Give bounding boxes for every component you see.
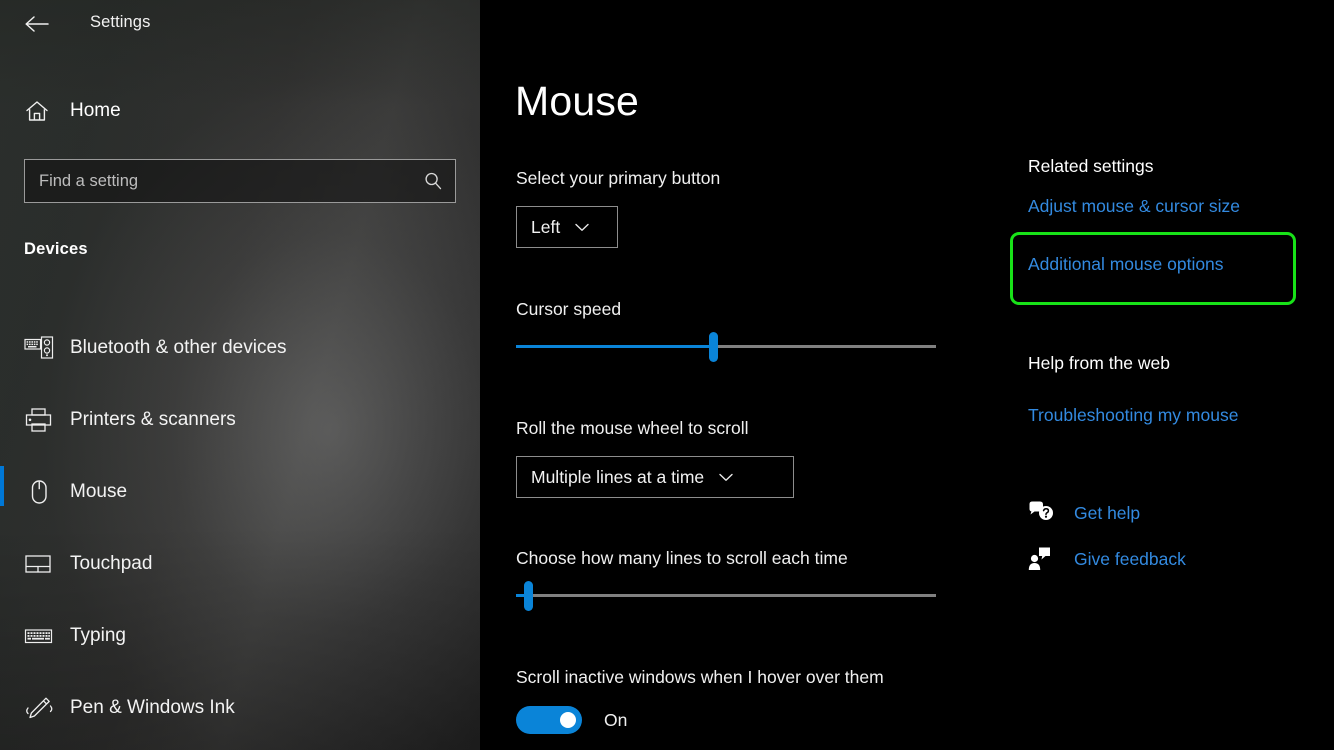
sidebar-item-bluetooth-other-devices[interactable]: Bluetooth & other devices xyxy=(0,312,480,384)
sidebar-item-label: Bluetooth & other devices xyxy=(70,337,287,359)
lines-to-scroll-label: Choose how many lines to scroll each tim… xyxy=(516,548,848,569)
touchpad-icon xyxy=(24,551,58,577)
question-bubble-icon xyxy=(1028,500,1062,526)
keyboard-icon xyxy=(24,623,58,649)
sidebar-item-printers-scanners[interactable]: Printers & scanners xyxy=(0,384,480,456)
search-input[interactable] xyxy=(25,172,411,191)
give-feedback-label: Give feedback xyxy=(1074,549,1186,570)
slider-thumb[interactable] xyxy=(524,581,533,611)
help-from-web-header: Help from the web xyxy=(1028,353,1170,374)
page-title: Mouse xyxy=(515,78,639,125)
back-arrow-icon[interactable] xyxy=(16,4,58,44)
link-troubleshooting-my-mouse[interactable]: Troubleshooting my mouse xyxy=(1028,405,1238,426)
get-help-row[interactable]: Get help xyxy=(1028,500,1140,526)
scroll-inactive-label: Scroll inactive windows when I hover ove… xyxy=(516,667,884,688)
sidebar-item-label: Typing xyxy=(70,625,126,647)
sidebar-item-label: Touchpad xyxy=(70,553,152,575)
scroll-inactive-toggle-row: On xyxy=(516,706,627,734)
sidebar-item-touchpad[interactable]: Touchpad xyxy=(0,528,480,600)
primary-button-label: Select your primary button xyxy=(516,168,720,189)
wheel-scroll-dropdown[interactable]: Multiple lines at a time xyxy=(516,456,794,498)
primary-button-dropdown[interactable]: Left xyxy=(516,206,618,248)
chevron-down-icon xyxy=(574,222,590,233)
feedback-person-icon xyxy=(1028,546,1062,572)
primary-button-value: Left xyxy=(531,217,560,238)
pen-ink-icon xyxy=(24,695,58,721)
sidebar-item-label: Mouse xyxy=(70,481,127,503)
sidebar-item-pen-windows-ink[interactable]: Pen & Windows Ink xyxy=(0,672,480,744)
related-settings-rail: Related settings Adjust mouse & cursor s… xyxy=(1028,0,1334,750)
window-title: Settings xyxy=(90,13,150,32)
slider-fill xyxy=(516,345,713,348)
link-adjust-mouse-cursor-size[interactable]: Adjust mouse & cursor size xyxy=(1028,196,1240,217)
slider-track xyxy=(529,594,936,597)
selection-indicator xyxy=(0,466,4,506)
get-help-label: Get help xyxy=(1074,503,1140,524)
toggle-state-label: On xyxy=(604,710,627,731)
sidebar-section-header: Devices xyxy=(24,240,88,259)
mouse-icon xyxy=(24,479,58,505)
search-icon[interactable] xyxy=(411,171,455,191)
related-settings-header: Related settings xyxy=(1028,156,1154,177)
lines-to-scroll-slider[interactable] xyxy=(516,583,936,609)
sidebar-nav-list: Bluetooth & other devices Printers & sca… xyxy=(0,312,480,744)
chevron-down-icon xyxy=(718,472,734,483)
sidebar-item-label: Pen & Windows Ink xyxy=(70,697,235,719)
sidebar-item-home[interactable]: Home xyxy=(0,92,480,130)
sidebar-item-mouse[interactable]: Mouse xyxy=(0,456,480,528)
cursor-speed-label: Cursor speed xyxy=(516,299,621,320)
bluetooth-devices-icon xyxy=(24,335,58,361)
home-icon xyxy=(24,99,50,123)
link-additional-mouse-options[interactable]: Additional mouse options xyxy=(1028,254,1224,275)
cursor-speed-slider[interactable] xyxy=(516,334,936,360)
toggle-knob xyxy=(560,712,576,728)
slider-thumb[interactable] xyxy=(709,332,718,362)
printer-icon xyxy=(24,407,58,433)
give-feedback-row[interactable]: Give feedback xyxy=(1028,546,1186,572)
wheel-scroll-label: Roll the mouse wheel to scroll xyxy=(516,418,748,439)
search-box[interactable] xyxy=(24,159,456,203)
sidebar-item-label: Printers & scanners xyxy=(70,409,236,431)
settings-window: Settings xyxy=(0,0,1334,750)
slider-track xyxy=(713,345,936,348)
wheel-scroll-value: Multiple lines at a time xyxy=(531,467,704,488)
sidebar-home-label: Home xyxy=(70,92,121,130)
scroll-inactive-toggle[interactable] xyxy=(516,706,582,734)
sidebar-item-typing[interactable]: Typing xyxy=(0,600,480,672)
